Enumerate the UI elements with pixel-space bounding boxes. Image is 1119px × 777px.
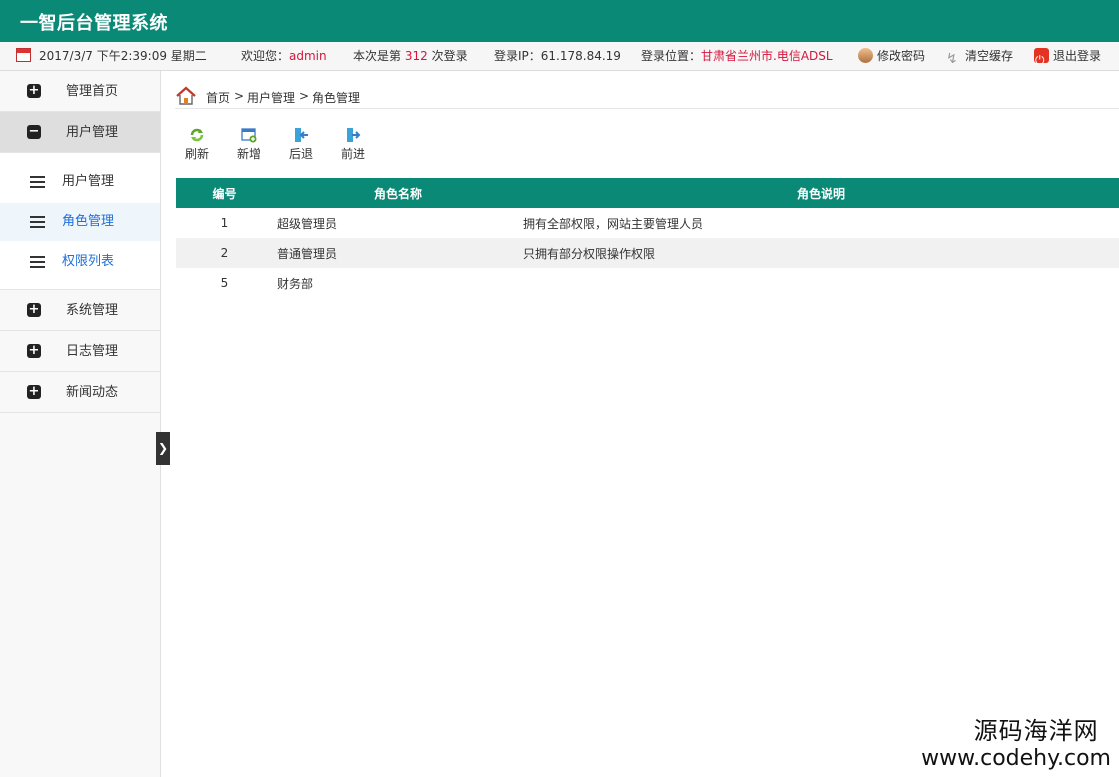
plus-icon: + [27, 302, 41, 317]
cell-role-name: 普通管理员 [273, 238, 523, 268]
change-password-link[interactable]: 修改密码 [858, 42, 925, 71]
calendar-icon [16, 48, 31, 62]
home-icon[interactable] [175, 85, 197, 107]
username: admin [289, 49, 327, 63]
sidebar-item-role-management[interactable]: 角色管理 [0, 203, 160, 241]
add-window-icon [241, 128, 257, 143]
login-count-value: 312 [404, 49, 428, 63]
cell-role-name: 超级管理员 [277, 216, 338, 231]
column-header-id: 编号 [176, 178, 273, 208]
cell-id: 1 [220, 216, 229, 230]
login-count: 本次是第 312 次登录 [353, 49, 468, 63]
table-row[interactable]: 2 普通管理员 只拥有部分权限操作权限 [176, 238, 1119, 268]
cell-id: 2 [176, 238, 273, 268]
sidebar-menu-label: 日志管理 [66, 344, 119, 359]
table-header-row: 编号 角色名称 角色说明 [176, 178, 1119, 208]
main-content: 首页 > 用户管理 > 角色管理 刷新 新增 后退 前进 编号 角色名称 角色说… [161, 71, 1119, 777]
back-button[interactable]: 后退 [281, 127, 321, 163]
sidebar-menu-label: 新闻动态 [66, 385, 119, 400]
datetime: 2017/3/7 下午2:39:09 星期二 [16, 42, 207, 71]
column-header-role-description: 角色说明 [523, 178, 1119, 208]
sidebar-menu-users[interactable]: − 用户管理 [0, 112, 160, 153]
sidebar-menu-label: 管理首页 [66, 84, 119, 99]
sidebar-item-label: 角色管理 [62, 214, 115, 229]
broom-icon: ↯ [946, 51, 958, 67]
plus-icon: + [27, 83, 41, 98]
forward-button[interactable]: 前进 [333, 127, 373, 163]
cell-id: 5 [220, 276, 229, 290]
breadcrumb-separator: > [299, 89, 310, 103]
sidebar-item-label: 用户管理 [62, 174, 115, 189]
user-key-icon [858, 48, 873, 63]
power-icon [1034, 46, 1049, 75]
refresh-button[interactable]: 刷新 [177, 127, 217, 163]
sidebar: + 管理首页 − 用户管理 用户管理 角色管理 权限列表 + 系统管理 + 日志… [0, 71, 161, 777]
app-header: 一智后台管理系统 [0, 0, 1119, 42]
watermark-url: www.codehy.com [921, 746, 1111, 771]
logout-link[interactable]: 退出登录 [1034, 42, 1101, 75]
breadcrumb-current: 角色管理 [312, 91, 361, 105]
clear-cache-link[interactable]: ↯ 清空缓存 [946, 42, 1013, 71]
watermark: 源码海洋网 www.codehy.com [921, 711, 1111, 771]
sidebar-item-user-management[interactable]: 用户管理 [0, 163, 160, 201]
plus-icon: + [27, 384, 41, 399]
sidebar-item-permission-list[interactable]: 权限列表 [0, 243, 160, 281]
table-row[interactable]: 1 超级管理员 拥有全部权限，网站主要管理人员 [176, 208, 1119, 238]
breadcrumb-home[interactable]: 首页 [206, 89, 230, 106]
column-header-role-name: 角色名称 [273, 178, 523, 208]
cell-role-name: 财务部 [277, 276, 314, 291]
list-icon [30, 176, 45, 188]
sidebar-item-label: 权限列表 [62, 254, 115, 269]
sidebar-menu-label: 系统管理 [66, 303, 119, 318]
cell-role-description [523, 268, 1119, 298]
add-button[interactable]: 新增 [229, 127, 269, 163]
watermark-title: 源码海洋网 [973, 717, 1099, 745]
login-location: 登录位置：甘肃省兰州市.电信ADSL [641, 49, 833, 63]
arrow-left-icon [295, 128, 308, 142]
sidebar-menu-news[interactable]: + 新闻动态 [0, 372, 160, 413]
refresh-icon [190, 128, 204, 142]
login-ip: 登录IP：61.178.84.19 [494, 49, 621, 63]
breadcrumb-separator: > [234, 89, 245, 103]
sidebar-menu-logs[interactable]: + 日志管理 [0, 331, 160, 372]
sidebar-menu-home[interactable]: + 管理首页 [0, 71, 160, 112]
welcome-text: 欢迎您：admin [241, 49, 327, 63]
breadcrumb-users[interactable]: 用户管理 [247, 89, 295, 106]
sidebar-menu-system[interactable]: + 系统管理 [0, 290, 160, 331]
list-icon [30, 216, 45, 228]
cell-role-description: 拥有全部权限，网站主要管理人员 [523, 216, 704, 231]
info-bar: 2017/3/7 下午2:39:09 星期二 欢迎您：admin 本次是第 31… [0, 42, 1119, 75]
plus-icon: + [27, 343, 41, 358]
toolbar: 刷新 新增 后退 前进 [175, 127, 395, 163]
sidebar-submenu-users: 用户管理 角色管理 权限列表 [0, 153, 160, 290]
list-icon [30, 256, 45, 268]
table-row[interactable]: 5 财务部 [176, 268, 1119, 298]
app-title: 一智后台管理系统 [20, 13, 168, 34]
sidebar-menu-label: 用户管理 [66, 125, 119, 140]
breadcrumb: 首页 > 用户管理 > 角色管理 [175, 85, 1119, 109]
location-value: 甘肃省兰州市.电信ADSL [701, 49, 833, 63]
minus-icon: − [27, 124, 41, 139]
role-table: 编号 角色名称 角色说明 1 超级管理员 拥有全部权限，网站主要管理人员 2 普… [176, 178, 1119, 298]
cell-role-description: 只拥有部分权限操作权限 [523, 238, 1119, 268]
arrow-right-icon [347, 128, 361, 142]
